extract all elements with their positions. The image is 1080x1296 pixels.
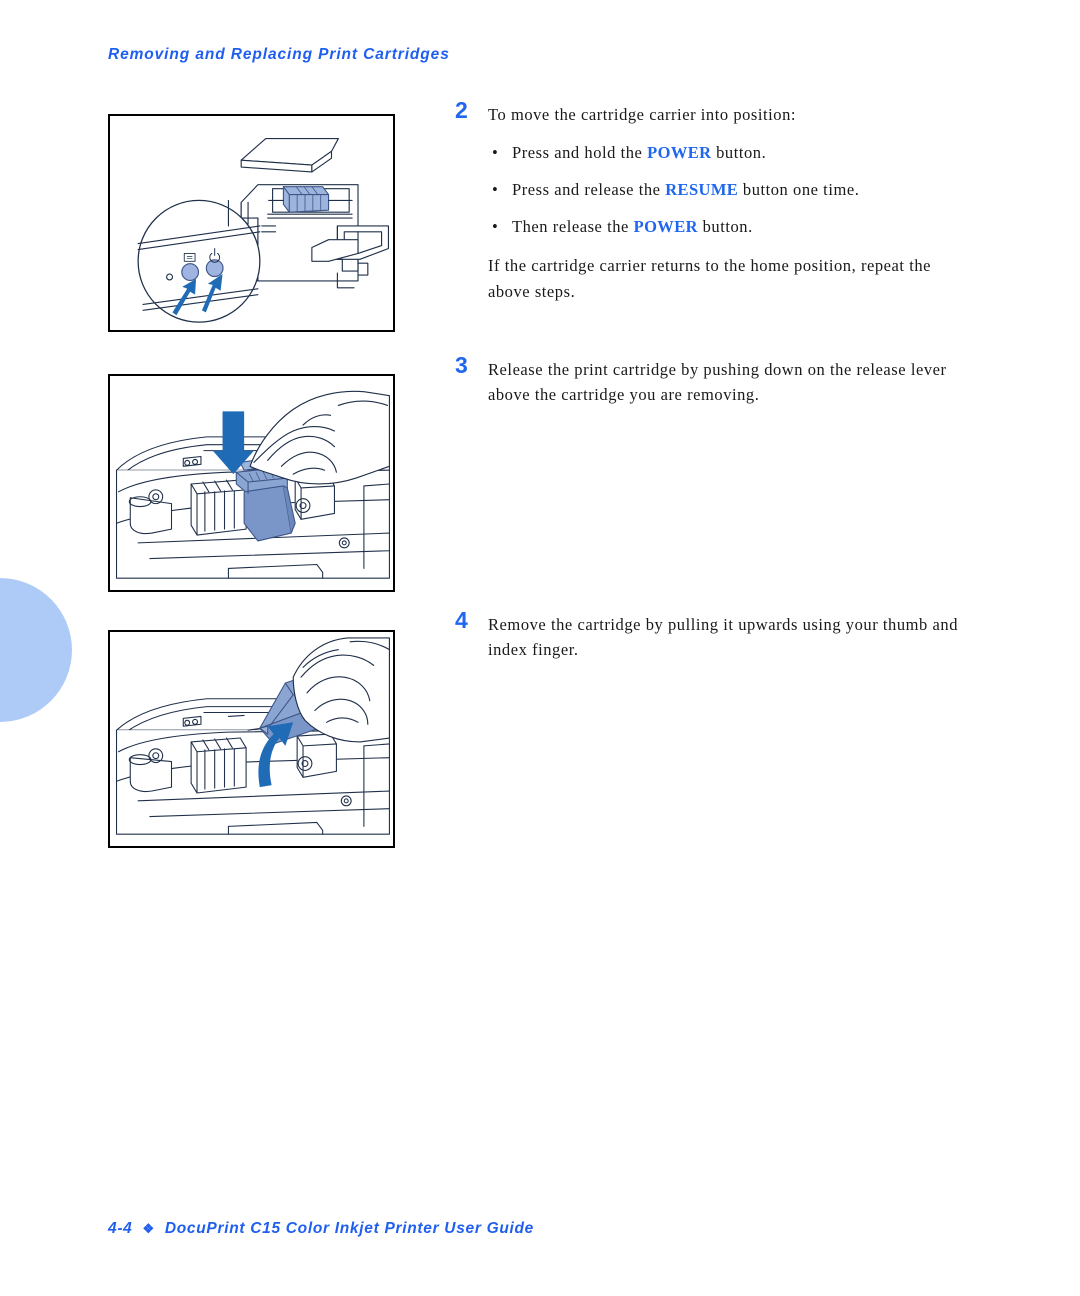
figure-printer-control-panel	[108, 114, 395, 332]
figure-press-release-lever	[108, 374, 395, 592]
step-2-bullet-list: • Press and hold the POWER button. • Press…	[488, 140, 975, 239]
step-3-lead: Release the print cartridge by pushing d…	[488, 360, 947, 405]
step-4-number: 4	[455, 607, 468, 633]
keyword-power: POWER	[633, 217, 698, 237]
bullet-text-pre: Press and hold the	[512, 143, 648, 163]
step-3-body: Release the print cartridge by pushing d…	[488, 357, 975, 407]
keyword-resume: RESUME	[665, 180, 739, 200]
step-4-body: Remove the cartridge by pulling it upwar…	[488, 612, 975, 662]
figure-lift-cartridge	[108, 630, 395, 848]
step-4: 4 Remove the cartridge by pulling it upw…	[455, 607, 975, 662]
bullet-text-post: button one time.	[738, 180, 860, 200]
step-3: 3 Release the print cartridge by pushing…	[455, 352, 975, 407]
footer-title: DocuPrint C15 Color Inkjet Printer User …	[164, 1220, 534, 1237]
list-item: • Press and hold the POWER button.	[488, 140, 975, 165]
bullet-text-post: button.	[711, 143, 767, 163]
bullet-text-post: button.	[697, 217, 753, 237]
footer-page-number: 4-4	[108, 1220, 133, 1237]
step-4-lead: Remove the cartridge by pulling it upwar…	[488, 615, 958, 660]
step-2-lead: To move the cartridge carrier into posit…	[488, 105, 797, 124]
bullet-text-pre: Press and release the	[512, 180, 666, 200]
bullet-icon: •	[492, 143, 499, 163]
page-footer: 4-4 ❖ DocuPrint C15 Color Inkjet Printer U…	[108, 1220, 534, 1238]
list-item: • Press and release the RESUME button one…	[488, 177, 975, 202]
bullet-icon: •	[492, 217, 499, 237]
bullet-icon: •	[492, 180, 499, 200]
diamond-icon: ❖	[142, 1221, 155, 1236]
list-item: • Then release the POWER button.	[488, 214, 975, 239]
step-2-body: To move the cartridge carrier into posit…	[488, 102, 975, 304]
step-2-number: 2	[455, 97, 468, 123]
keyword-power: POWER	[647, 143, 712, 163]
step-2: 2 To move the cartridge carrier into pos…	[455, 97, 975, 304]
decorative-left-circle	[0, 578, 72, 722]
bullet-text-pre: Then release the	[512, 217, 634, 237]
step-3-number: 3	[455, 352, 468, 378]
page-header: Removing and Replacing Print Cartridges	[108, 46, 450, 63]
step-2-trailing-text: If the cartridge carrier returns to the …	[488, 256, 932, 301]
